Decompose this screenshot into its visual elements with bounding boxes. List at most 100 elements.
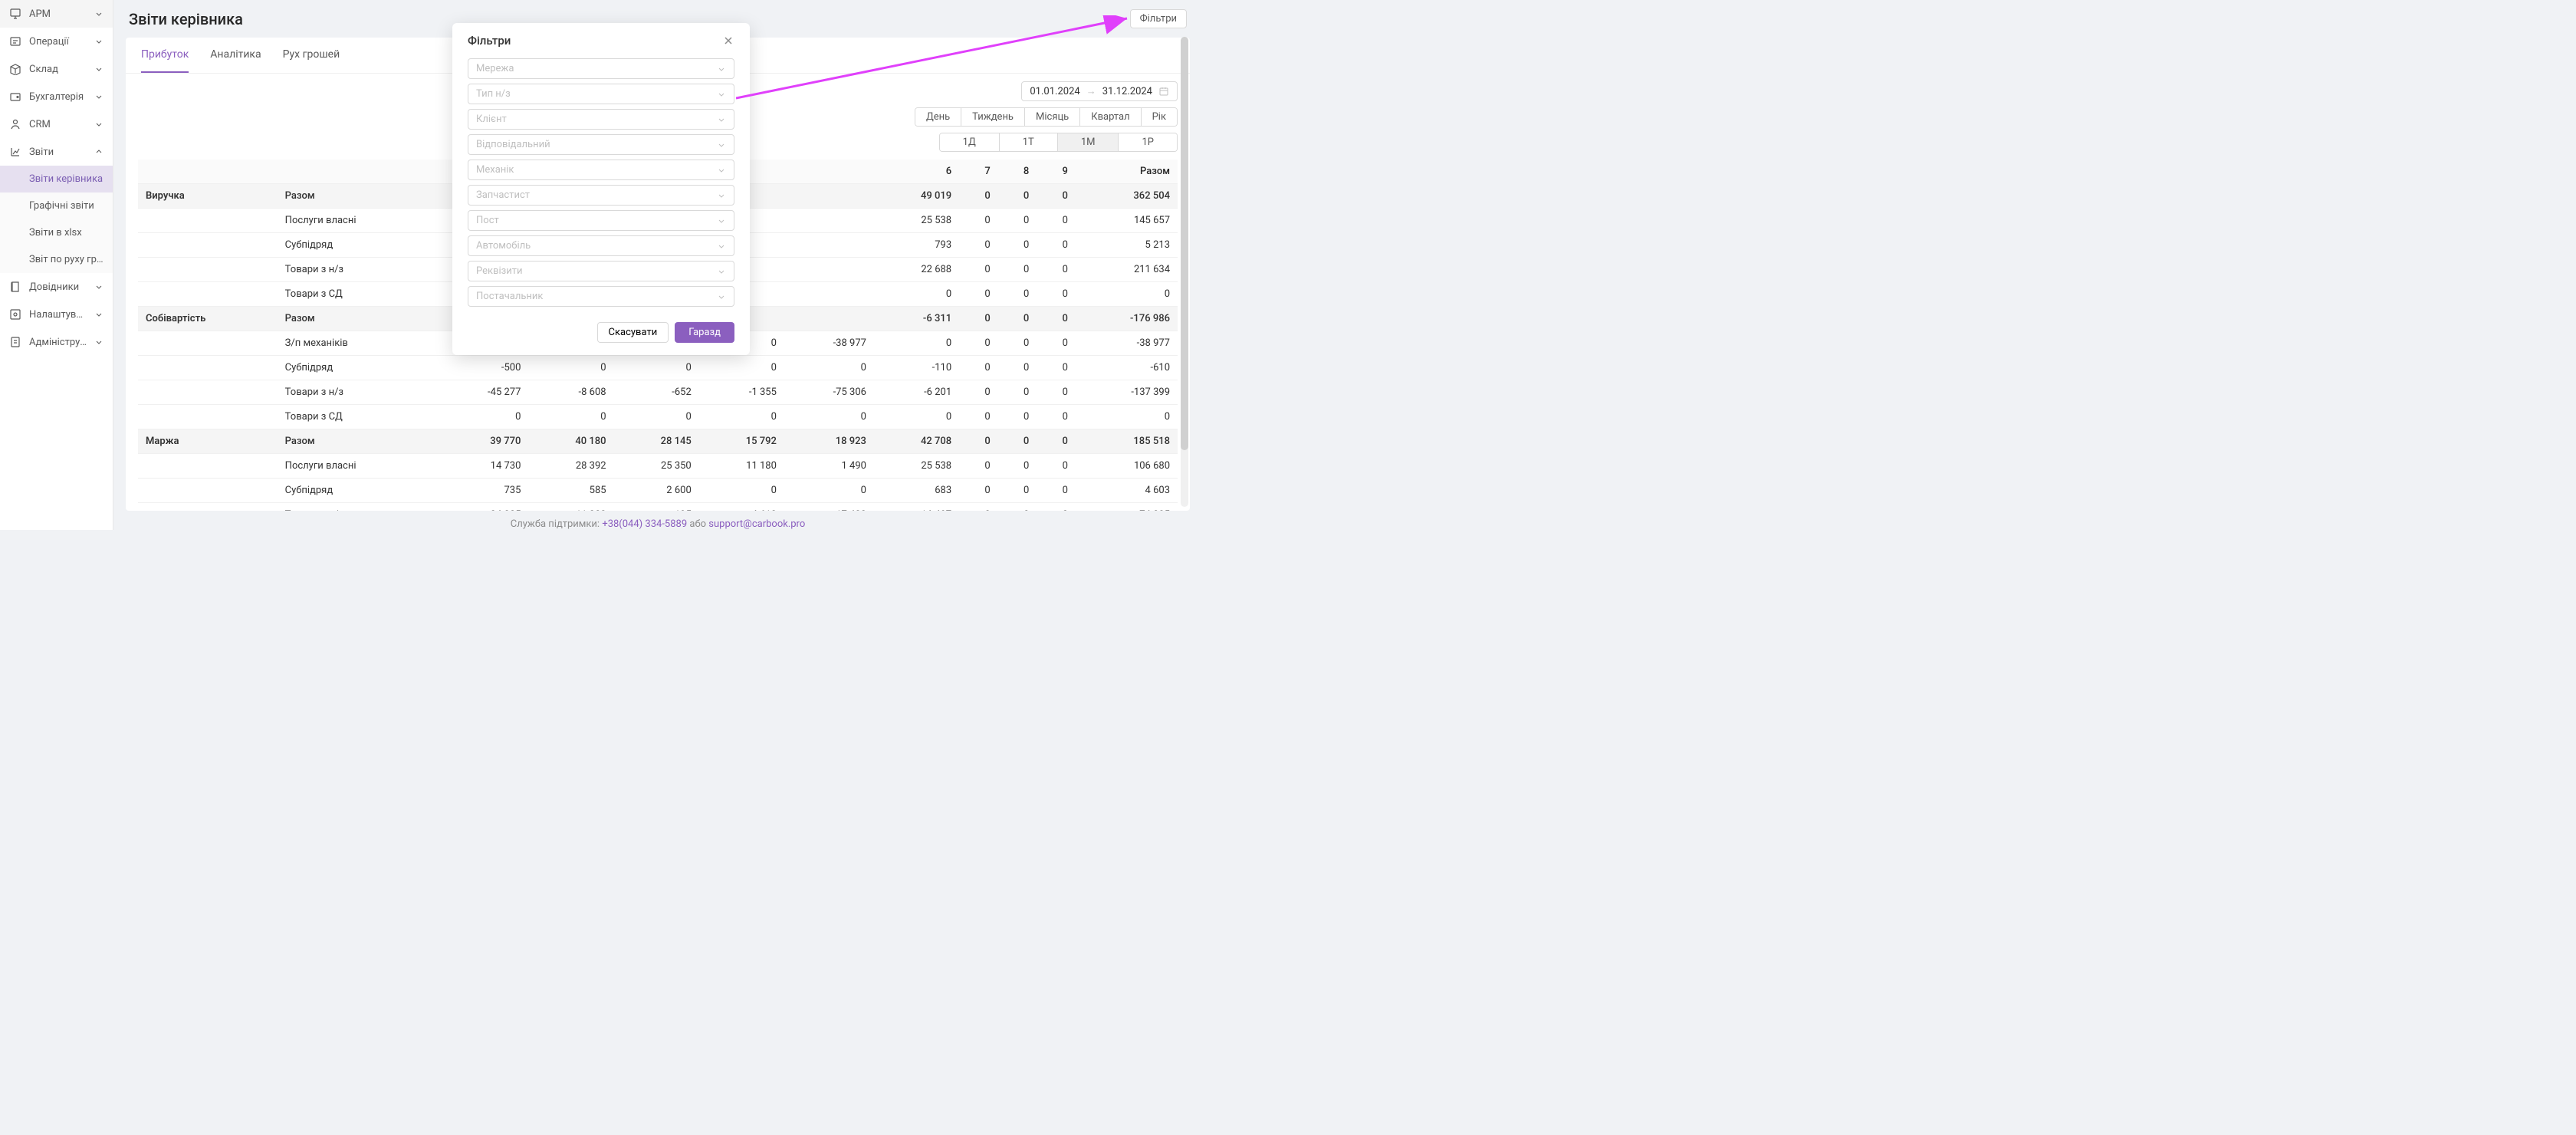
submenu-manager-reports[interactable]: Звіти керівника (0, 166, 113, 192)
cell-value: 5 213 (1076, 233, 1178, 258)
chevron-down-icon (94, 92, 104, 101)
period-quarter[interactable]: Квартал (1080, 108, 1141, 126)
row-section-label (138, 331, 278, 356)
cell-value: 0 (1037, 356, 1076, 380)
scrollbar-track[interactable] (1181, 37, 1188, 507)
menu-operations[interactable]: Операції (0, 28, 113, 55)
filters-button[interactable]: Фільтри (1130, 9, 1187, 28)
cell-value: 0 (959, 405, 998, 429)
table-row: Товари з н/з-45 277-8 608-652-1 355-75 3… (138, 380, 1178, 405)
cell-value: 106 680 (1076, 454, 1178, 479)
table-row: Субпідряд7355852 600006830004 603 (138, 479, 1178, 503)
filter-select-постачальник[interactable]: Постачальник (468, 286, 734, 307)
cell-value: 11 203 (528, 503, 613, 512)
cell-value: -75 306 (784, 380, 874, 405)
footer-phone[interactable]: +38(044) 334-5889 (602, 518, 687, 530)
chevron-down-icon (717, 140, 726, 150)
cell-value: 0 (998, 258, 1037, 282)
date-range-picker[interactable]: 01.01.2024 → 31.12.2024 (1021, 81, 1178, 101)
cell-value: -6 311 (874, 307, 959, 331)
cell-value: 0 (959, 233, 998, 258)
menu-admin[interactable]: Адмініструва... (0, 328, 113, 356)
menu-crm[interactable]: CRM (0, 110, 113, 138)
cell-value: -38 977 (784, 331, 874, 356)
cell-value: 0 (1037, 454, 1076, 479)
filter-select-пост[interactable]: Пост (468, 210, 734, 231)
cell-value: 0 (959, 356, 998, 380)
settings-icon (9, 308, 21, 321)
period-day[interactable]: День (915, 108, 961, 126)
cell-value: -110 (874, 356, 959, 380)
submenu-cashflow-report[interactable]: Звіт по руху гро... (0, 246, 113, 273)
filter-select-мережа[interactable]: Мережа (468, 58, 734, 79)
select-placeholder: Механік (476, 164, 514, 176)
cell-value: 0 (1037, 233, 1076, 258)
admin-icon (9, 336, 21, 348)
calendar-icon (1158, 86, 1169, 97)
cell-value: 40 180 (528, 429, 613, 454)
cell-value: 14 730 (437, 454, 528, 479)
period-year[interactable]: Рік (1142, 108, 1177, 126)
quick-1d[interactable]: 1Д (940, 133, 1000, 151)
row-sub-label: Товари з н/з (278, 380, 437, 405)
menu-accounting[interactable]: Бухгалтерія (0, 83, 113, 110)
menu-directories[interactable]: Довідники (0, 273, 113, 301)
scrollbar-thumb[interactable] (1181, 37, 1188, 450)
tab-analytics[interactable]: Аналітика (210, 38, 261, 73)
cell-value: 0 (959, 307, 998, 331)
quick-1m[interactable]: 1М (1058, 133, 1119, 151)
footer-email[interactable]: support@carbook.pro (708, 518, 805, 530)
cancel-button[interactable]: Скасувати (597, 322, 669, 343)
table-row: Товари з СД0000000000 (138, 405, 1178, 429)
quick-1y[interactable]: 1Р (1119, 133, 1177, 151)
menu-arm[interactable]: АРМ (0, 0, 113, 28)
cell-value: 4 603 (1076, 479, 1178, 503)
filter-select-тип-н-з[interactable]: Тип н/з (468, 84, 734, 104)
row-section-label (138, 258, 278, 282)
filter-select-автомобіль[interactable]: Автомобіль (468, 235, 734, 256)
filter-select-реквізити[interactable]: Реквізити (468, 261, 734, 281)
row-sub-label: З/п механіків (278, 331, 437, 356)
modal-title: Фільтри (468, 34, 511, 48)
submenu-xlsx-reports[interactable]: Звіти в xlsx (0, 219, 113, 246)
cell-value: 211 634 (1076, 258, 1178, 282)
cell-value: 0 (1037, 429, 1076, 454)
submenu-graphical-reports[interactable]: Графічні звіти (0, 192, 113, 219)
menu-settings[interactable]: Налаштування (0, 301, 113, 328)
menu-label: Довідники (29, 281, 87, 293)
cell-value: 145 657 (1076, 209, 1178, 233)
cell-value: 28 392 (528, 454, 613, 479)
period-week[interactable]: Тиждень (961, 108, 1025, 126)
chevron-down-icon (717, 242, 726, 251)
wallet-icon (9, 90, 21, 103)
close-icon[interactable] (722, 35, 734, 47)
footer: Служба підтримки: +38(044) 334-5889 або … (113, 511, 1202, 530)
filters-modal: Фільтри Мережа Тип н/з Клієнт Відповідальни… (452, 23, 750, 355)
filter-select-відповідальний[interactable]: Відповідальний (468, 134, 734, 155)
sidebar: АРМ Операції Склад Бухгалтерія CRM Звіти (0, 0, 113, 530)
quick-1w[interactable]: 1Т (1000, 133, 1058, 151)
filter-select-запчастист[interactable]: Запчастист (468, 185, 734, 206)
cell-value: 0 (1037, 282, 1076, 307)
operations-icon (9, 35, 21, 48)
cell-value: 25 350 (614, 454, 699, 479)
filter-select-клієнт[interactable]: Клієнт (468, 109, 734, 130)
ok-button[interactable]: Гаразд (675, 322, 734, 343)
book-icon (9, 281, 21, 293)
cell-value: -176 986 (1076, 307, 1178, 331)
cell-value: 49 019 (874, 184, 959, 209)
modal-footer: Скасувати Гаразд (452, 314, 750, 355)
cell-value: 25 538 (874, 454, 959, 479)
period-month[interactable]: Місяць (1025, 108, 1080, 126)
tab-profit[interactable]: Прибуток (141, 38, 189, 73)
tab-cashflow[interactable]: Рух грошей (283, 38, 340, 73)
cell-value: 0 (1037, 307, 1076, 331)
menu-warehouse[interactable]: Склад (0, 55, 113, 83)
crm-icon (9, 118, 21, 130)
cell-value: 0 (998, 331, 1037, 356)
menu-reports[interactable]: Звіти (0, 138, 113, 166)
table-row: Послуги власні14 73028 39225 35011 1801 … (138, 454, 1178, 479)
row-sub-label: Товари з н/з (278, 258, 437, 282)
filter-select-механік[interactable]: Механік (468, 160, 734, 180)
cell-value (784, 184, 874, 209)
